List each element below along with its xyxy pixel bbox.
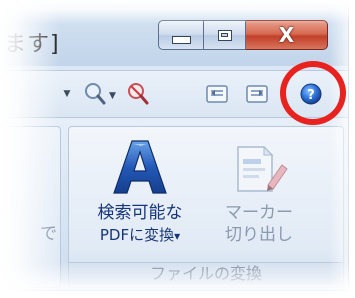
searchable-pdf-label-line1: 検索可能な [97, 203, 183, 223]
minimize-icon [171, 35, 191, 44]
zoom-out-button[interactable] [122, 81, 156, 107]
ribbon: で 検索可能な PDFに変換▾ マーカー 切り出し ファイルの変換 [0, 118, 348, 290]
chevron-down-icon: ▾ [174, 229, 181, 243]
maximize-icon [217, 29, 232, 41]
caption-buttons: X [158, 20, 338, 52]
close-button[interactable]: X [246, 20, 328, 50]
searchable-pdf-label-line2-row: PDFに変換▾ [73, 225, 207, 246]
magnifier-no-icon [128, 83, 149, 105]
close-icon: X [278, 23, 295, 47]
next-page-button[interactable] [242, 81, 272, 107]
window-title: ます] [4, 32, 60, 57]
page-next-icon [246, 85, 268, 103]
searchable-pdf-button[interactable]: 検索可能な PDFに変換▾ [73, 137, 207, 246]
magnifier-icon: ▼ [85, 83, 116, 105]
marker-cutout-label-line2: 切り出し [225, 225, 293, 245]
page-prev-icon [206, 85, 228, 103]
minimize-button[interactable] [158, 20, 204, 50]
marker-cutout-icon [237, 145, 288, 192]
application-window: ます] X ▼ ▼ ? で 検索可能な PDFに変換▾ マーカー 切り出し ファ… [0, 0, 349, 291]
previous-group-fragment: で [40, 224, 57, 244]
chevron-down-icon: ▼ [63, 89, 71, 99]
ribbon-group-previous: で [0, 126, 61, 288]
marker-cutout-button[interactable]: マーカー 切り出し [211, 141, 307, 245]
maximize-button[interactable] [204, 20, 246, 50]
ribbon-group-file-conversion: 検索可能な PDFに変換▾ マーカー 切り出し ファイルの変換 [68, 126, 344, 288]
searchable-pdf-label-line2: PDFに変換 [99, 226, 175, 244]
prev-page-button[interactable] [202, 81, 232, 107]
svg-text:▼: ▼ [109, 91, 116, 101]
annotation-circle [280, 61, 346, 125]
zoom-in-button[interactable]: ▼ [82, 81, 120, 107]
ribbon-group-label: ファイルの変換 [69, 262, 343, 285]
marker-cutout-label-line1: マーカー [225, 203, 293, 223]
letter-a-icon [113, 140, 167, 194]
dropdown-button[interactable]: ▼ [60, 81, 74, 107]
title-bar[interactable]: ます] X [0, 0, 348, 66]
